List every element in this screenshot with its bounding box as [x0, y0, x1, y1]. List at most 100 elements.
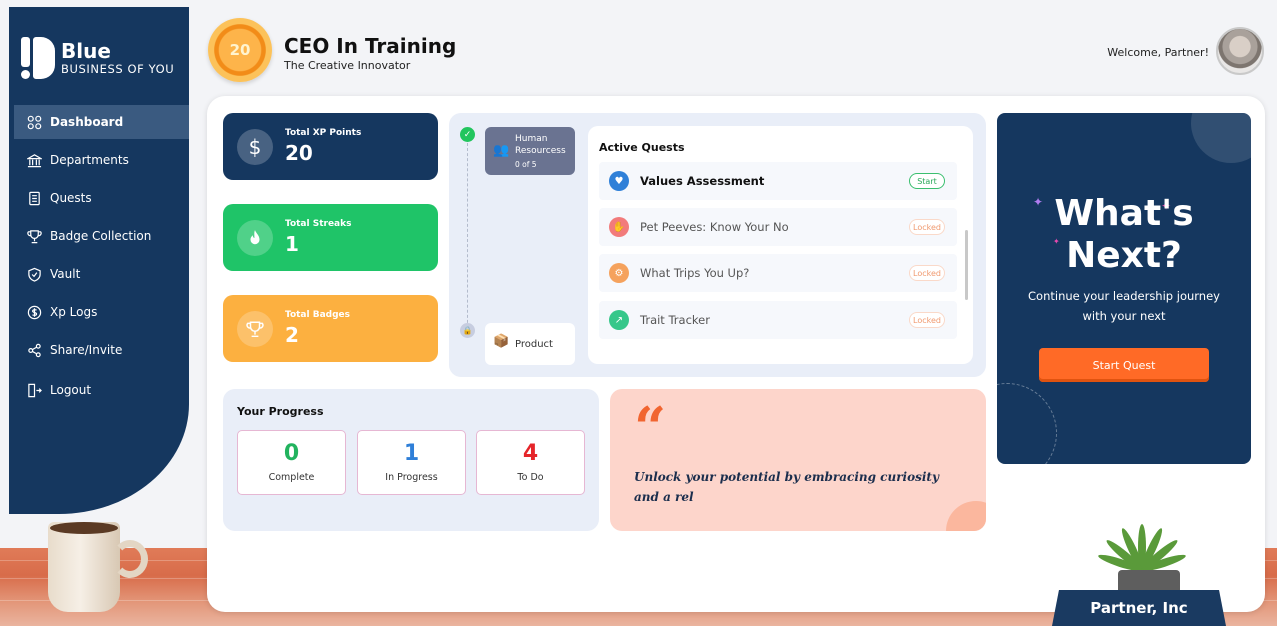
welcome-text: Welcome, Partner! [1107, 46, 1209, 59]
sidebar-item-quests[interactable]: Quests [14, 181, 189, 215]
department-name: Product [515, 339, 553, 350]
sidebar-item-label: Xp Logs [50, 305, 98, 319]
department-product[interactable]: 📦 Product [485, 323, 575, 365]
people-icon: 👥 [493, 143, 510, 158]
hand-icon: ✋ [609, 217, 629, 237]
active-quests-title: Active Quests [599, 141, 685, 154]
dollar-icon: $ [237, 129, 273, 165]
trophy-icon [26, 228, 42, 244]
gear-icon: ⚙ [609, 263, 629, 283]
stat-value: 2 [285, 323, 299, 347]
avatar[interactable] [1216, 27, 1264, 75]
department-track: ✓ 👥 Human Resourcess 0 of 5 🔒 📦 Product … [449, 113, 986, 377]
locked-badge: Locked [909, 265, 945, 281]
quest-name: Values Assessment [640, 174, 765, 188]
progress-title: Your Progress [237, 405, 324, 418]
department-human-resources[interactable]: 👥 Human Resourcess 0 of 5 [485, 127, 575, 175]
scroll-icon [26, 190, 42, 206]
whats-next-description: Continue your leadership journey with yo… [1028, 289, 1220, 323]
stat-card-badges: Total Badges 2 [223, 295, 438, 362]
heart-icon: ♥ [609, 171, 629, 191]
progress-label: To Do [517, 472, 544, 483]
progress-value: 1 [403, 441, 420, 466]
quest-name: What Trips You Up? [640, 266, 750, 280]
progress-panel: Your Progress 0 Complete 1 In Progress 4… [223, 389, 599, 531]
brand-tagline: BUSINESS OF YOU [61, 62, 175, 76]
mug-handle [112, 540, 148, 578]
shield-icon [26, 266, 42, 282]
track-line [467, 143, 468, 333]
department-count: 0 of 5 [515, 160, 537, 169]
whats-next-card: ✦ ✦ ✦ What's Next? Continue your leaders… [997, 113, 1251, 464]
quests-scrollbar[interactable] [965, 230, 968, 300]
progress-in-progress: 1 In Progress [357, 430, 466, 495]
page-title: CEO In Training [284, 34, 457, 58]
logo-icon [21, 37, 55, 79]
logout-icon [26, 382, 42, 398]
sidebar-nav: Dashboard Departments Quests Badge Colle… [14, 105, 189, 411]
department-name: Human Resourcess [515, 134, 566, 156]
quote-mark-icon: “ [634, 395, 667, 461]
stat-label: Total Streaks [285, 219, 352, 229]
level-coin-icon: 20 [208, 18, 272, 82]
start-quest-button[interactable]: Start Quest [1039, 348, 1209, 382]
page-subtitle: The Creative Innovator [284, 59, 411, 72]
level-number: 20 [229, 41, 251, 59]
stat-label: Total Badges [285, 310, 350, 320]
progress-label: In Progress [385, 472, 438, 483]
sidebar-item-departments[interactable]: Departments [14, 143, 189, 177]
sidebar-item-label: Quests [50, 191, 92, 205]
sidebar-item-label: Vault [50, 267, 81, 281]
quote-card: “ Unlock your potential by embracing cur… [610, 389, 986, 531]
trophy-icon [237, 311, 273, 347]
stat-label: Total XP Points [285, 128, 362, 138]
quest-item: ⚙ What Trips You Up? Locked [599, 254, 957, 292]
progress-value: 4 [522, 441, 539, 466]
sidebar-item-dashboard[interactable]: Dashboard [14, 105, 189, 139]
brand-logo[interactable]: Blue BUSINESS OF YOU [21, 37, 174, 79]
progress-value: 0 [283, 441, 300, 466]
locked-badge: Locked [909, 312, 945, 328]
whats-next-title: What's Next? [1054, 193, 1194, 276]
progress-label: Complete [268, 472, 315, 483]
progress-to-do: 4 To Do [476, 430, 585, 495]
lock-icon: 🔒 [460, 323, 475, 338]
share-icon [26, 342, 42, 358]
check-icon: ✓ [460, 127, 475, 142]
sidebar-item-label: Departments [50, 153, 129, 167]
stat-value: 20 [285, 141, 313, 165]
quest-name: Trait Tracker [640, 313, 710, 327]
sidebar-item-badge-collection[interactable]: Badge Collection [14, 219, 189, 253]
sidebar-item-vault[interactable]: Vault [14, 257, 189, 291]
stat-card-streaks: Total Streaks 1 [223, 204, 438, 271]
company-nameplate: Partner, Inc [1052, 590, 1226, 626]
main-panel: $ Total XP Points 20 Total Streaks 1 Tot… [207, 96, 1265, 612]
sidebar-item-logout[interactable]: Logout [14, 373, 189, 407]
brand-name: Blue [61, 39, 111, 63]
quest-item: ✋ Pet Peeves: Know Your No Locked [599, 208, 957, 246]
box-icon: 📦 [493, 334, 510, 349]
quest-item: ↗ Trait Tracker Locked [599, 301, 957, 339]
sidebar: Blue BUSINESS OF YOU Dashboard Departmen… [9, 7, 189, 514]
sidebar-item-share-invite[interactable]: Share/Invite [14, 333, 189, 367]
progress-complete: 0 Complete [237, 430, 346, 495]
quest-name: Pet Peeves: Know Your No [640, 220, 789, 234]
sidebar-item-xp-logs[interactable]: Xp Logs [14, 295, 189, 329]
start-button[interactable]: Start [909, 173, 945, 189]
coffee-mug-image [48, 522, 120, 612]
active-quests-panel: Active Quests ♥ Values Assessment Start … [588, 126, 973, 364]
building-icon [26, 152, 42, 168]
quest-item[interactable]: ♥ Values Assessment Start [599, 162, 957, 200]
sidebar-item-label: Logout [50, 383, 92, 397]
stat-value: 1 [285, 232, 299, 256]
grid-icon [26, 114, 42, 130]
locked-badge: Locked [909, 219, 945, 235]
sidebar-item-label: Badge Collection [50, 229, 152, 243]
chart-icon: ↗ [609, 310, 629, 330]
quote-text: Unlock your potential by embracing curio… [634, 470, 939, 504]
sidebar-item-label: Dashboard [50, 115, 124, 129]
stat-card-xp: $ Total XP Points 20 [223, 113, 438, 180]
flame-icon [237, 220, 273, 256]
sidebar-item-label: Share/Invite [50, 343, 123, 357]
dollar-circle-icon [26, 304, 42, 320]
